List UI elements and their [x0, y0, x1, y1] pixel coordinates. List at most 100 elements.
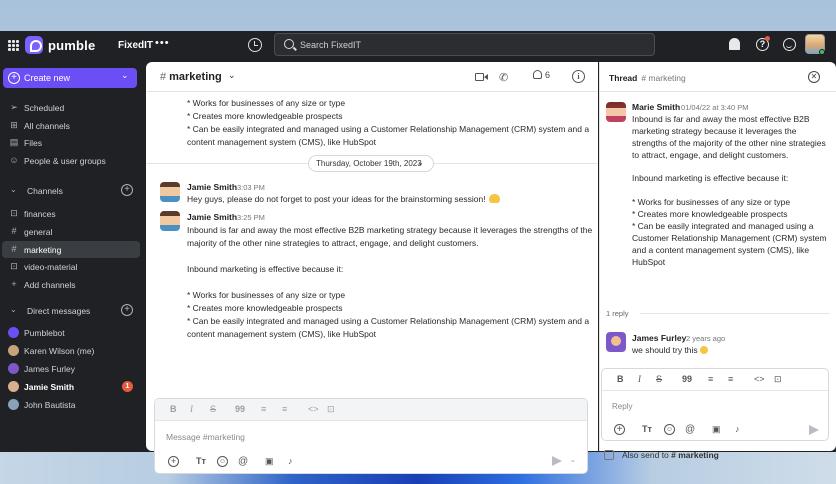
- avatar[interactable]: [606, 332, 626, 352]
- add-channels-button[interactable]: + Add channels: [2, 276, 140, 293]
- code-block-button[interactable]: ⊡: [774, 374, 782, 385]
- ordered-list-button[interactable]: ≡: [708, 374, 713, 384]
- status-emoji-icon[interactable]: [783, 38, 796, 51]
- bold-button[interactable]: B: [617, 374, 624, 384]
- create-new-label: Create new: [24, 73, 71, 83]
- message-line: * Works for businesses of any size or ty…: [187, 98, 346, 108]
- gif-icon[interactable]: ▣: [265, 456, 274, 467]
- sidebar-dm-jamie-smith[interactable]: Jamie Smith 1: [2, 378, 140, 395]
- also-send-checkbox[interactable]: [604, 450, 614, 460]
- bullet-list-button[interactable]: ≡: [282, 404, 287, 414]
- sidebar-item-label: Scheduled: [24, 103, 65, 113]
- close-icon[interactable]: ✕: [808, 71, 820, 83]
- chevron-down-icon: ⌄: [10, 305, 17, 314]
- message-line: * Creates more knowledgeable prospects: [187, 303, 343, 313]
- avatar: [8, 381, 19, 392]
- search-input[interactable]: [300, 37, 640, 52]
- mention-icon[interactable]: @: [685, 424, 695, 435]
- reply-composer: B I S 99 ≡ ≡ <> ⊡ + Tт ☺ @ ▣ ♪: [601, 368, 829, 441]
- code-button[interactable]: <>: [308, 404, 319, 414]
- info-icon[interactable]: i: [572, 70, 585, 83]
- add-attachment-icon[interactable]: +: [614, 424, 625, 435]
- unread-badge: 1: [122, 381, 133, 392]
- channel-title[interactable]: # marketing: [160, 71, 222, 83]
- send-icon[interactable]: [809, 425, 819, 435]
- sidebar-dm-karen-wilson[interactable]: Karen Wilson (me): [2, 342, 140, 359]
- channel-label: marketing: [24, 245, 62, 255]
- channel-label: video-material: [24, 262, 78, 272]
- sidebar: + Create new ⌄ ➢ Scheduled ⊞ All channel…: [0, 61, 146, 452]
- message-line: strengths of the majority of the other n…: [632, 138, 826, 148]
- text-format-icon[interactable]: Tт: [642, 424, 652, 434]
- message-input[interactable]: [166, 429, 566, 444]
- ordered-list-button[interactable]: ≡: [261, 404, 266, 414]
- thread-channel[interactable]: # marketing: [641, 73, 685, 83]
- also-send-option[interactable]: Also send to # marketing: [604, 450, 719, 460]
- message-time: 3:25 PM: [237, 213, 265, 222]
- mention-icon[interactable]: @: [238, 456, 248, 467]
- quote-button[interactable]: 99: [235, 404, 245, 414]
- dm-section-header[interactable]: ⌄ Direct messages +: [2, 302, 140, 319]
- message-line: * Creates more knowledgeable prospects: [187, 111, 343, 121]
- members-button[interactable]: 6: [533, 70, 550, 80]
- code-block-button[interactable]: ⊡: [327, 404, 335, 415]
- text-format-icon[interactable]: Tт: [196, 456, 206, 466]
- sidebar-item-scheduled[interactable]: ➢ Scheduled: [2, 99, 140, 116]
- add-dm-icon[interactable]: +: [121, 304, 133, 316]
- italic-button[interactable]: I: [190, 404, 193, 414]
- sidebar-item-people[interactable]: ☺ People & user groups: [2, 152, 140, 169]
- history-icon[interactable]: [248, 38, 262, 52]
- add-channel-icon[interactable]: +: [121, 184, 133, 196]
- chevron-down-icon[interactable]: ⌄: [228, 70, 236, 81]
- sidebar-dm-pumblebot[interactable]: Pumblebot: [2, 324, 140, 341]
- quote-button[interactable]: 99: [682, 374, 692, 384]
- dm-label: John Bautista: [24, 400, 76, 410]
- sidebar-channel-general[interactable]: # general: [2, 223, 140, 240]
- message-sender[interactable]: Marie Smith: [632, 102, 680, 112]
- channels-section-header[interactable]: ⌄ Channels +: [2, 182, 140, 199]
- avatar[interactable]: [160, 211, 180, 231]
- online-status-indicator: [819, 49, 825, 55]
- workspace-name[interactable]: FixedIT: [118, 40, 153, 51]
- video-call-icon[interactable]: [475, 73, 488, 81]
- italic-button[interactable]: I: [638, 374, 641, 384]
- gif-icon[interactable]: ▣: [712, 424, 721, 435]
- add-attachment-icon[interactable]: +: [168, 456, 179, 467]
- bold-button[interactable]: B: [170, 404, 177, 414]
- phone-icon[interactable]: ✆: [499, 71, 508, 84]
- code-button[interactable]: <>: [754, 374, 765, 384]
- microphone-icon[interactable]: ♪: [735, 424, 740, 434]
- sidebar-item-all-channels[interactable]: ⊞ All channels: [2, 117, 140, 134]
- date-jump-button[interactable]: Thursday, October 19th, 2023 ⌄: [308, 155, 434, 172]
- message-sender[interactable]: James Furley: [632, 333, 686, 343]
- apps-grid-icon[interactable]: [8, 40, 19, 51]
- sidebar-channel-video-material[interactable]: ⊡ video-material: [2, 258, 140, 275]
- raised-hands-emoji-icon: [488, 194, 500, 203]
- reply-input[interactable]: [612, 399, 812, 414]
- sidebar-channel-marketing[interactable]: # marketing: [2, 241, 140, 258]
- search-bar[interactable]: [274, 33, 655, 56]
- sidebar-channel-finances[interactable]: ⊡ finances: [2, 205, 140, 222]
- strikethrough-button[interactable]: S: [210, 404, 216, 414]
- sidebar-dm-john-bautista[interactable]: John Bautista: [2, 396, 140, 413]
- dm-label: Karen Wilson (me): [24, 346, 95, 356]
- message-sender[interactable]: Jamie Smith: [187, 182, 237, 192]
- create-new-button[interactable]: + Create new ⌄: [3, 68, 137, 88]
- sidebar-dm-james-furley[interactable]: James Furley: [2, 360, 140, 377]
- chevron-down-icon[interactable]: ⌄: [570, 456, 576, 464]
- microphone-icon[interactable]: ♪: [288, 456, 293, 466]
- notifications-bell-icon[interactable]: [729, 38, 740, 50]
- bullet-list-button[interactable]: ≡: [728, 374, 733, 384]
- emoji-icon[interactable]: ☺: [664, 424, 675, 435]
- avatar[interactable]: [160, 182, 180, 202]
- message-sender[interactable]: Jamie Smith: [187, 212, 237, 222]
- smile-emoji-icon: [699, 346, 708, 354]
- hash-icon: #: [160, 71, 167, 83]
- strikethrough-button[interactable]: S: [656, 374, 662, 384]
- workspace-more-icon[interactable]: •••: [155, 37, 170, 49]
- sidebar-item-files[interactable]: ▤ Files: [2, 134, 140, 151]
- avatar[interactable]: [606, 102, 626, 122]
- send-icon[interactable]: [552, 456, 562, 466]
- emoji-icon[interactable]: ☺: [217, 456, 228, 467]
- message-line: * Can be easily integrated and managed u…: [632, 221, 814, 231]
